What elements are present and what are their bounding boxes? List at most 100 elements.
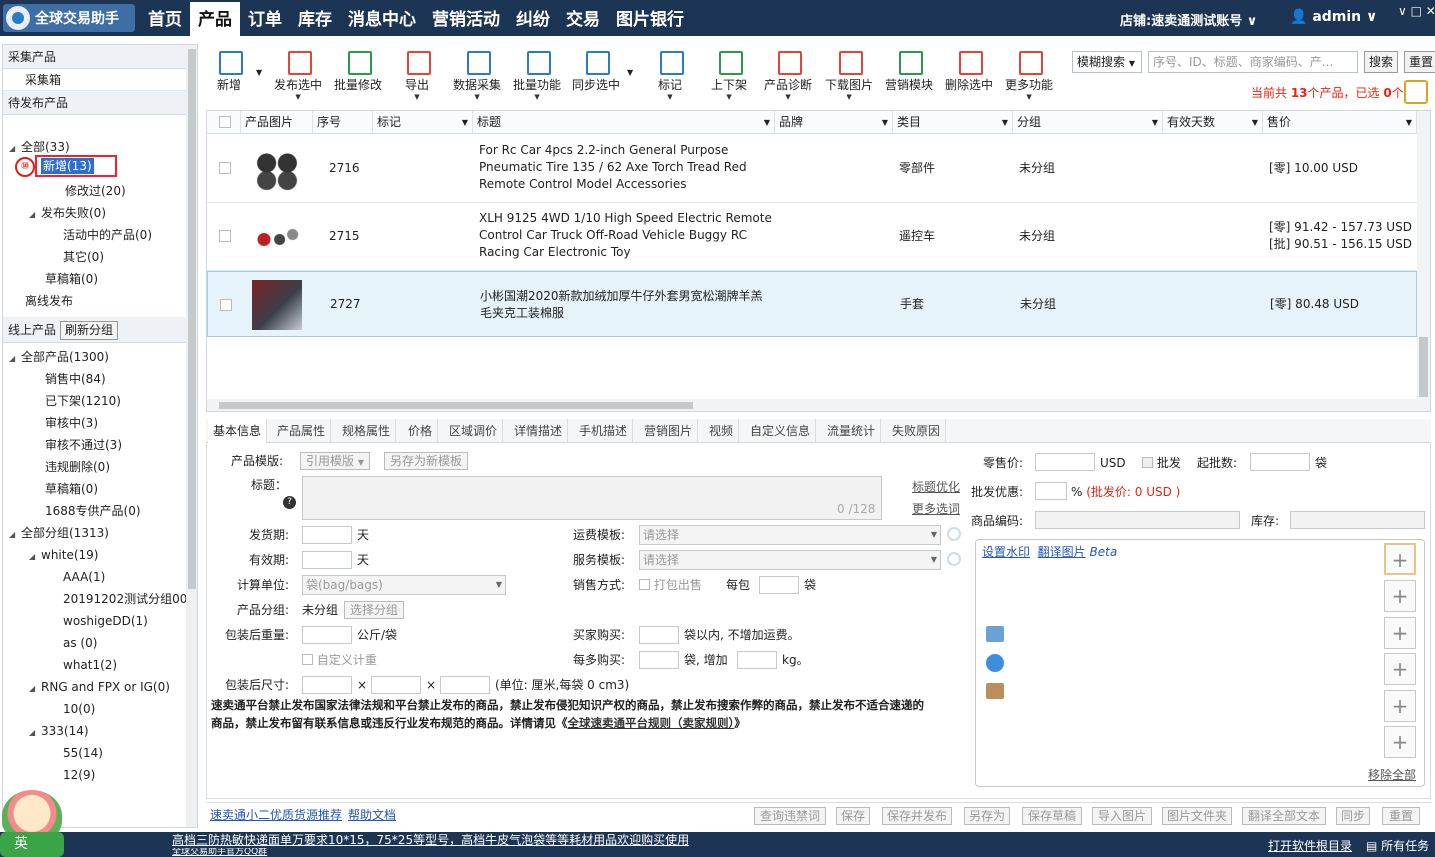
product-thumbnail[interactable] [252,280,302,330]
mark-button[interactable]: 标记 ▼ [657,48,684,101]
translate-image-link[interactable]: 翻译图片 [1038,545,1086,559]
nav-orders[interactable]: 订单 [240,0,290,36]
mascot-widget[interactable]: 英 [0,790,64,857]
search-input[interactable]: 序号、ID、标题、商家编码、产... [1148,51,1358,73]
tab-detail-desc[interactable]: 详情描述 [509,419,569,443]
nav-trade[interactable]: 交易 [558,0,608,36]
tab-traffic-stats[interactable]: 流量统计 [822,419,882,443]
min-batch-input[interactable] [1250,453,1310,471]
tree-node[interactable]: ◢ RNG and FPX or IG(0) [29,677,170,697]
discount-input[interactable] [1035,482,1067,500]
translate-all-button[interactable]: 翻译全部文本 [1242,807,1326,825]
sidebar-section-pending[interactable]: 待发布产品 [3,91,186,115]
add-image-button[interactable]: + [1384,617,1416,649]
tree-node[interactable]: 销售中(84) [45,369,106,389]
col-price[interactable]: 售价 ▼ [1263,111,1417,134]
nav-marketing[interactable]: 营销活动 [424,0,508,36]
product-diagnose-button[interactable]: 产品诊断 ▼ [764,48,812,101]
tab-price[interactable]: 价格 [403,419,439,443]
pack-sale-checkbox[interactable]: 打包出售 [639,576,702,594]
nav-products[interactable]: 产品 [190,2,240,36]
title-input[interactable] [302,476,882,520]
table-row[interactable]: 2727 小彬国潮2020新款加绒加厚牛仔外套男宽松潮牌羊羔 毛夹克工装棉服 手套… [207,271,1417,337]
col-group[interactable]: 分组 ▼ [1013,111,1163,134]
weight-input[interactable] [302,626,352,644]
import-images-button[interactable]: 导入图片 [1092,807,1152,825]
data-collect-button[interactable]: 数据采集 ▼ [453,48,501,101]
grid-h-scrollbar[interactable] [207,399,1417,411]
add-image-button[interactable]: + [1384,653,1416,685]
tab-video[interactable]: 视频 [704,419,740,443]
col-brand[interactable]: 品牌 ▼ [775,111,893,134]
quality-source-link[interactable]: 速卖通小二优质货源推荐 [210,806,342,824]
tree-node[interactable]: ◢ 全部分组(1313) [9,523,109,543]
row-checkbox[interactable] [220,299,232,311]
unit-select[interactable]: 袋(bag/bags) ▼ [302,575,506,595]
product-thumbnail[interactable] [251,212,303,262]
wholesale-checkbox[interactable]: 批发 [1142,454,1181,472]
export-button[interactable]: 导出 ▼ [404,48,431,101]
user-menu[interactable]: 👤 admin ∨ [1290,9,1377,25]
add-weight-input[interactable] [737,651,777,669]
col-image[interactable]: 产品图片 [241,111,313,134]
grid-v-scrollbar[interactable] [1417,111,1430,411]
title-optimize-link[interactable]: 标题优化 [912,478,960,496]
sync-button[interactable]: 同步 [1336,807,1370,825]
tab-failure-reason[interactable]: 失败原因 [887,419,947,443]
nav-home[interactable]: 首页 [140,0,190,36]
remove-all-link[interactable]: 移除全部 [1368,766,1416,784]
save-as-template-button[interactable]: 另存为新模板 [384,452,469,470]
col-category[interactable]: 类目 ▼ [893,111,1013,134]
save-button[interactable]: 保存 [836,807,870,825]
tree-node[interactable]: 离线发布 [25,291,73,311]
gallery-icon[interactable] [986,683,1004,699]
row-checkbox[interactable] [219,162,231,174]
add-image-button[interactable]: + [1384,726,1416,758]
search-button[interactable]: 搜索 [1364,51,1398,73]
col-valid-days[interactable]: 有效天数 ▼ [1163,111,1263,134]
height-input[interactable] [440,676,490,694]
tab-spec-attrs[interactable]: 规格属性 [337,419,397,443]
help-doc-link[interactable]: 帮助文档 [348,806,396,824]
store-selector[interactable]: 店铺:速卖通测试账号 ∨ [1120,10,1257,29]
batch-edit-button[interactable]: 批量修改 [334,48,382,93]
more-functions-button[interactable]: 更多功能 ▼ [1005,48,1053,101]
tab-custom-info[interactable]: 自定义信息 [745,419,817,443]
help-icon[interactable]: ? [283,496,296,509]
use-template-button[interactable]: 引用模版 ▼ [300,452,370,470]
save-as-button[interactable]: 另存为 [964,807,1010,825]
save-draft-button[interactable]: 保存草稿 [1022,807,1082,825]
tree-node[interactable]: 草稿箱(0) [45,479,98,499]
product-thumbnail[interactable] [251,143,303,193]
window-controls[interactable]: ∨ □ ✕ [1398,4,1435,18]
tree-node[interactable]: ◢ 333(14) [29,721,89,741]
table-row[interactable]: 2715 XLH 9125 4WD 1/10 High Speed Electr… [207,203,1417,271]
table-row[interactable]: 2716 For Rc Car 4pcs 2.2-inch General Pu… [207,135,1417,203]
add-image-button[interactable]: + [1384,580,1416,612]
sidebar-section-online[interactable]: 线上产品 刷新分组 [3,317,186,343]
refresh-icon[interactable] [947,552,961,566]
tree-node[interactable]: 55(14) [63,743,103,763]
sidebar-scrollbar[interactable] [186,45,197,827]
tree-node[interactable]: 已下架(1210) [45,391,121,411]
news-ticker[interactable]: 高档三防热敏快递面单万要求10*15，75*25等型号，高档牛皮气泡袋等等耗材用… [172,832,689,857]
tab-marketing-images[interactable]: 营销图片 [639,419,699,443]
width-input[interactable] [371,676,421,694]
buyer-qty-input[interactable] [639,626,679,644]
set-watermark-link[interactable]: 设置水印 [982,545,1030,559]
chevron-down-icon[interactable]: ▼ [256,68,262,77]
nav-image-bank[interactable]: 图片银行 [608,0,692,36]
tab-product-attrs[interactable]: 产品属性 [272,419,332,443]
tab-region-price[interactable]: 区域调价 [444,419,504,443]
select-all-checkbox[interactable] [219,116,231,128]
list-delist-button[interactable]: 上下架 ▼ [711,48,747,101]
tree-node[interactable]: as (0) [63,633,97,653]
tab-basic-info[interactable]: 基本信息 [208,419,268,443]
col-seq[interactable]: 序号 [313,111,373,134]
tree-node[interactable]: 修改过(20) [65,181,126,201]
retail-price-input[interactable] [1035,453,1095,471]
all-tasks-button[interactable]: ▤ 所有任务 [1366,837,1429,854]
tree-node[interactable]: 12(9) [63,765,95,785]
choose-group-button[interactable]: 选择分组 [344,601,405,619]
chevron-down-icon[interactable]: ▼ [627,68,633,77]
